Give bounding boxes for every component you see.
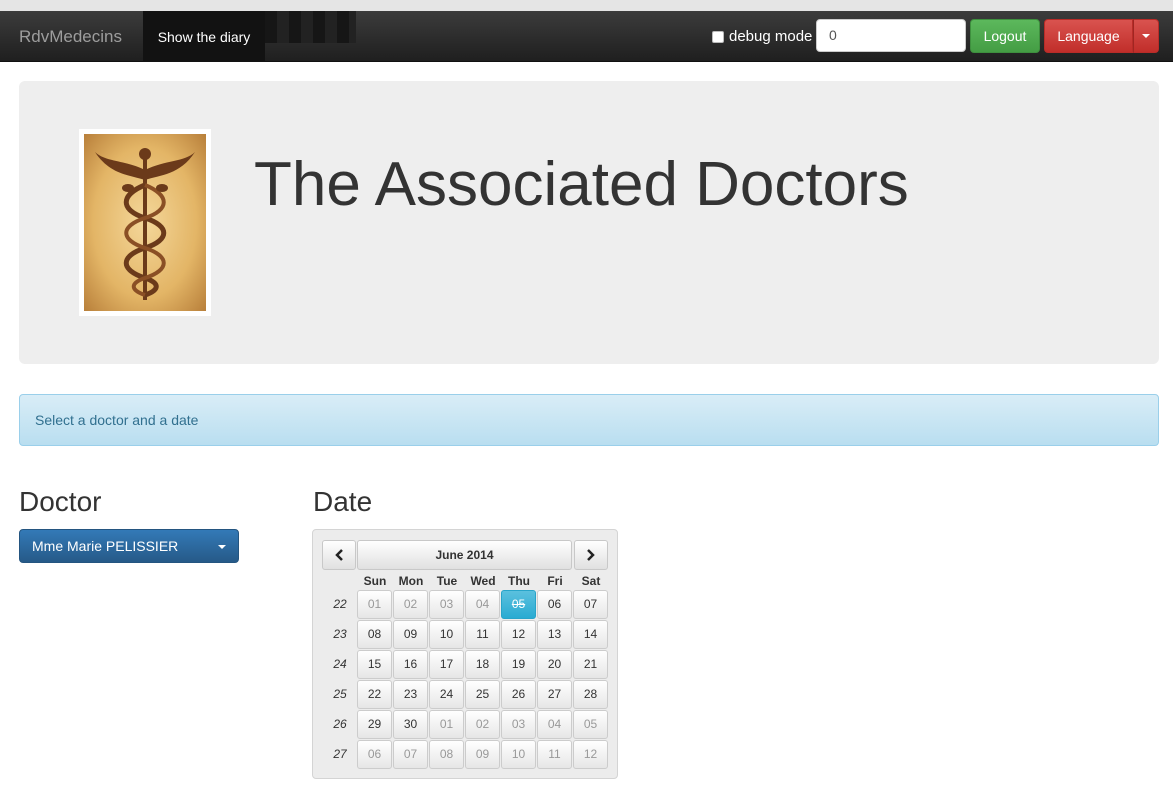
- calendar-day[interactable]: 09: [393, 620, 428, 649]
- page-title: The Associated Doctors: [254, 150, 909, 219]
- calendar-day[interactable]: 29: [357, 710, 392, 739]
- day-of-week-header: Tue: [436, 574, 458, 588]
- doctor-select[interactable]: Mme Marie PELISSIER: [19, 529, 239, 563]
- calendar-day[interactable]: 23: [393, 680, 428, 709]
- chevron-left-icon: [335, 549, 343, 561]
- nav-placeholder: [265, 11, 356, 43]
- navbar: RdvMedecins Show the diary debug mode 0 …: [0, 11, 1173, 62]
- calendar-day[interactable]: 10: [501, 740, 536, 769]
- debug-label: debug mode: [729, 28, 813, 45]
- calendar-day[interactable]: 08: [429, 740, 464, 769]
- calendar-day[interactable]: 02: [393, 590, 428, 619]
- doctor-heading: Doctor: [19, 486, 102, 517]
- nav-link-show-diary[interactable]: Show the diary: [143, 11, 265, 62]
- doctor-select-value: Mme Marie PELISSIER: [32, 538, 179, 554]
- calendar-day[interactable]: 03: [501, 710, 536, 739]
- calendar-day[interactable]: 27: [537, 680, 572, 709]
- calendar-day[interactable]: 12: [501, 620, 536, 649]
- debug-mode-toggle[interactable]: debug mode: [712, 28, 812, 45]
- calendar-day[interactable]: 03: [429, 590, 464, 619]
- day-of-week-header: Sun: [363, 574, 387, 588]
- day-of-week-header: Thu: [508, 574, 530, 588]
- calendar-day[interactable]: 18: [465, 650, 500, 679]
- calendar-day[interactable]: 16: [393, 650, 428, 679]
- day-of-week-header: Mon: [398, 574, 424, 588]
- chevron-right-icon: [587, 549, 595, 561]
- calendar-day[interactable]: 21: [573, 650, 608, 679]
- calendar-day[interactable]: 04: [465, 590, 500, 619]
- calendar-day[interactable]: 11: [537, 740, 572, 769]
- date-heading: Date: [313, 486, 373, 517]
- prev-month-button[interactable]: [322, 540, 356, 570]
- calendar-day[interactable]: 01: [429, 710, 464, 739]
- calendar-day[interactable]: 24: [429, 680, 464, 709]
- calendar-day[interactable]: 26: [501, 680, 536, 709]
- week-number: 22: [333, 597, 347, 611]
- day-of-week-header: Fri: [547, 574, 563, 588]
- browser-top-strip: [0, 0, 1173, 11]
- language-dropdown-toggle[interactable]: [1133, 19, 1159, 53]
- calendar-day[interactable]: 12: [573, 740, 608, 769]
- calendar-day[interactable]: 11: [465, 620, 500, 649]
- calendar-day[interactable]: 06: [537, 590, 572, 619]
- calendar-day[interactable]: 07: [393, 740, 428, 769]
- day-of-week-header: Sat: [581, 574, 601, 588]
- navbar-text-input[interactable]: 0: [816, 19, 966, 52]
- calendar-day[interactable]: 06: [357, 740, 392, 769]
- calendar-day[interactable]: 08: [357, 620, 392, 649]
- week-number: 23: [333, 627, 347, 641]
- week-number: 24: [333, 657, 347, 671]
- calendar-day[interactable]: 17: [429, 650, 464, 679]
- next-month-button[interactable]: [574, 540, 608, 570]
- calendar-day[interactable]: 13: [537, 620, 572, 649]
- calendar-day[interactable]: 10: [429, 620, 464, 649]
- calendar-day[interactable]: 28: [573, 680, 608, 709]
- calendar-day[interactable]: 05: [573, 710, 608, 739]
- caduceus-logo: [79, 129, 211, 316]
- calendar-day-selected[interactable]: 05: [501, 590, 536, 619]
- calendar-day[interactable]: 02: [465, 710, 500, 739]
- calendar-day[interactable]: 25: [465, 680, 500, 709]
- calendar-day[interactable]: 14: [573, 620, 608, 649]
- debug-checkbox[interactable]: [712, 30, 724, 43]
- calendar-day[interactable]: 20: [537, 650, 572, 679]
- language-button[interactable]: Language: [1044, 19, 1133, 53]
- calendar-day[interactable]: 22: [357, 680, 392, 709]
- week-number: 25: [333, 687, 347, 701]
- caret-down-icon: [218, 545, 226, 549]
- day-of-week-header: Wed: [470, 574, 496, 588]
- calendar-day[interactable]: 01: [357, 590, 392, 619]
- logout-button[interactable]: Logout: [970, 19, 1040, 53]
- date-picker: June 2014 Sun Mon Tue Wed Thu Fri Sat 22 01 02 03 0…: [312, 529, 618, 779]
- calendar-day[interactable]: 04: [537, 710, 572, 739]
- calendar-day[interactable]: 30: [393, 710, 428, 739]
- calendar-day[interactable]: 07: [573, 590, 608, 619]
- caret-down-icon: [1142, 34, 1150, 38]
- calendar-day[interactable]: 19: [501, 650, 536, 679]
- calendar-day[interactable]: 09: [465, 740, 500, 769]
- month-title-button[interactable]: June 2014: [357, 540, 572, 570]
- week-number: 27: [333, 747, 347, 761]
- week-number: 26: [333, 717, 347, 731]
- jumbotron: The Associated Doctors: [19, 81, 1159, 364]
- calendar-day[interactable]: 15: [357, 650, 392, 679]
- navbar-brand[interactable]: RdvMedecins: [19, 27, 122, 47]
- info-alert: Select a doctor and a date: [19, 394, 1159, 446]
- caduceus-icon: [95, 148, 195, 300]
